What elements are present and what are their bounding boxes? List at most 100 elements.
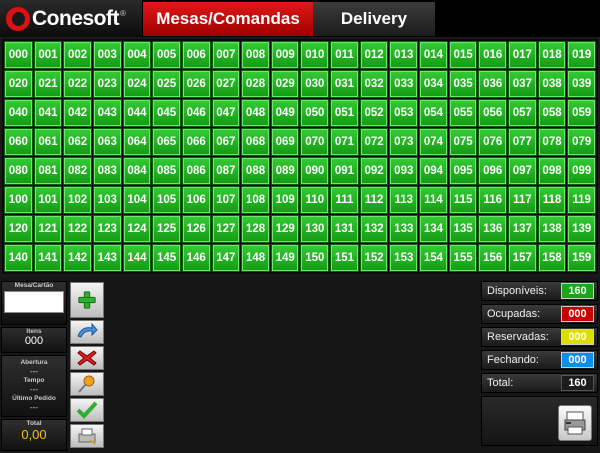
table-cell[interactable]: 061 bbox=[33, 128, 63, 156]
table-cell[interactable]: 098 bbox=[537, 157, 567, 185]
table-cell[interactable]: 152 bbox=[359, 244, 389, 272]
table-cell[interactable]: 033 bbox=[389, 70, 419, 98]
table-cell[interactable]: 031 bbox=[330, 70, 359, 98]
table-cell[interactable]: 039 bbox=[567, 70, 596, 98]
table-cell[interactable]: 003 bbox=[92, 41, 122, 69]
table-cell[interactable]: 110 bbox=[300, 186, 330, 214]
table-cell[interactable]: 000 bbox=[4, 41, 33, 69]
table-cell[interactable]: 141 bbox=[33, 244, 63, 272]
table-cell[interactable]: 054 bbox=[419, 99, 448, 127]
table-cell[interactable]: 050 bbox=[300, 99, 330, 127]
table-cell[interactable]: 041 bbox=[33, 99, 63, 127]
table-cell[interactable]: 147 bbox=[211, 244, 241, 272]
table-cell[interactable]: 047 bbox=[211, 99, 241, 127]
add-button[interactable] bbox=[70, 282, 104, 318]
table-cell[interactable]: 040 bbox=[4, 99, 33, 127]
table-cell[interactable]: 088 bbox=[241, 157, 270, 185]
table-cell[interactable]: 085 bbox=[152, 157, 181, 185]
table-cell[interactable]: 001 bbox=[33, 41, 63, 69]
table-cell[interactable]: 158 bbox=[537, 244, 567, 272]
table-cell[interactable]: 144 bbox=[122, 244, 152, 272]
table-cell[interactable]: 068 bbox=[241, 128, 270, 156]
table-cell[interactable]: 036 bbox=[478, 70, 508, 98]
table-cell[interactable]: 145 bbox=[152, 244, 181, 272]
table-cell[interactable]: 006 bbox=[181, 41, 211, 69]
table-cell[interactable]: 122 bbox=[63, 215, 92, 243]
table-cell[interactable]: 153 bbox=[389, 244, 419, 272]
table-cell[interactable]: 103 bbox=[92, 186, 122, 214]
table-cell[interactable]: 008 bbox=[241, 41, 270, 69]
table-cell[interactable]: 104 bbox=[122, 186, 152, 214]
table-cell[interactable]: 139 bbox=[567, 215, 596, 243]
table-cell[interactable]: 055 bbox=[448, 99, 478, 127]
table-cell[interactable]: 120 bbox=[4, 215, 33, 243]
table-cell[interactable]: 130 bbox=[300, 215, 330, 243]
table-cell[interactable]: 044 bbox=[122, 99, 152, 127]
table-cell[interactable]: 010 bbox=[300, 41, 330, 69]
table-cell[interactable]: 060 bbox=[4, 128, 33, 156]
table-cell[interactable]: 108 bbox=[241, 186, 270, 214]
table-cell[interactable]: 075 bbox=[448, 128, 478, 156]
table-cell[interactable]: 105 bbox=[152, 186, 181, 214]
table-cell[interactable]: 052 bbox=[359, 99, 389, 127]
table-cell[interactable]: 082 bbox=[63, 157, 92, 185]
pin-button[interactable] bbox=[70, 372, 104, 396]
table-cell[interactable]: 016 bbox=[478, 41, 508, 69]
table-cell[interactable]: 148 bbox=[241, 244, 270, 272]
table-cell[interactable]: 011 bbox=[330, 41, 359, 69]
table-cell[interactable]: 131 bbox=[330, 215, 359, 243]
table-cell[interactable]: 029 bbox=[270, 70, 300, 98]
table-cell[interactable]: 065 bbox=[152, 128, 181, 156]
table-cell[interactable]: 048 bbox=[241, 99, 270, 127]
table-cell[interactable]: 024 bbox=[122, 70, 152, 98]
table-cell[interactable]: 096 bbox=[478, 157, 508, 185]
table-cell[interactable]: 125 bbox=[152, 215, 181, 243]
table-cell[interactable]: 026 bbox=[181, 70, 211, 98]
table-cell[interactable]: 094 bbox=[419, 157, 448, 185]
table-cell[interactable]: 126 bbox=[181, 215, 211, 243]
table-cell[interactable]: 021 bbox=[33, 70, 63, 98]
table-cell[interactable]: 076 bbox=[478, 128, 508, 156]
print-button[interactable] bbox=[558, 405, 592, 441]
table-cell[interactable]: 156 bbox=[478, 244, 508, 272]
table-cell[interactable]: 042 bbox=[63, 99, 92, 127]
table-cell[interactable]: 097 bbox=[508, 157, 537, 185]
table-cell[interactable]: 066 bbox=[181, 128, 211, 156]
table-cell[interactable]: 095 bbox=[448, 157, 478, 185]
table-cell[interactable]: 091 bbox=[330, 157, 359, 185]
table-cell[interactable]: 077 bbox=[508, 128, 537, 156]
table-cell[interactable]: 093 bbox=[389, 157, 419, 185]
table-cell[interactable]: 009 bbox=[270, 41, 300, 69]
table-cell[interactable]: 013 bbox=[389, 41, 419, 69]
table-cell[interactable]: 142 bbox=[63, 244, 92, 272]
table-cell[interactable]: 155 bbox=[448, 244, 478, 272]
table-cell[interactable]: 074 bbox=[419, 128, 448, 156]
table-cell[interactable]: 080 bbox=[4, 157, 33, 185]
table-cell[interactable]: 069 bbox=[270, 128, 300, 156]
table-cell[interactable]: 089 bbox=[270, 157, 300, 185]
table-cell[interactable]: 112 bbox=[359, 186, 389, 214]
table-cell[interactable]: 058 bbox=[537, 99, 567, 127]
table-cell[interactable]: 014 bbox=[419, 41, 448, 69]
tab-mesas-comandas[interactable]: Mesas/Comandas bbox=[143, 2, 313, 36]
table-cell[interactable]: 146 bbox=[181, 244, 211, 272]
table-cell[interactable]: 035 bbox=[448, 70, 478, 98]
table-cell[interactable]: 032 bbox=[359, 70, 389, 98]
table-cell[interactable]: 121 bbox=[33, 215, 63, 243]
table-cell[interactable]: 017 bbox=[508, 41, 537, 69]
table-cell[interactable]: 116 bbox=[478, 186, 508, 214]
table-cell[interactable]: 018 bbox=[537, 41, 567, 69]
table-cell[interactable]: 137 bbox=[508, 215, 537, 243]
table-cell[interactable]: 062 bbox=[63, 128, 92, 156]
table-cell[interactable]: 070 bbox=[300, 128, 330, 156]
table-cell[interactable]: 090 bbox=[300, 157, 330, 185]
table-cell[interactable]: 015 bbox=[448, 41, 478, 69]
table-cell[interactable]: 012 bbox=[359, 41, 389, 69]
table-cell[interactable]: 101 bbox=[33, 186, 63, 214]
table-cell[interactable]: 073 bbox=[389, 128, 419, 156]
table-cell[interactable]: 133 bbox=[389, 215, 419, 243]
table-cell[interactable]: 002 bbox=[63, 41, 92, 69]
table-cell[interactable]: 030 bbox=[300, 70, 330, 98]
table-cell[interactable]: 027 bbox=[211, 70, 241, 98]
table-cell[interactable]: 028 bbox=[241, 70, 270, 98]
